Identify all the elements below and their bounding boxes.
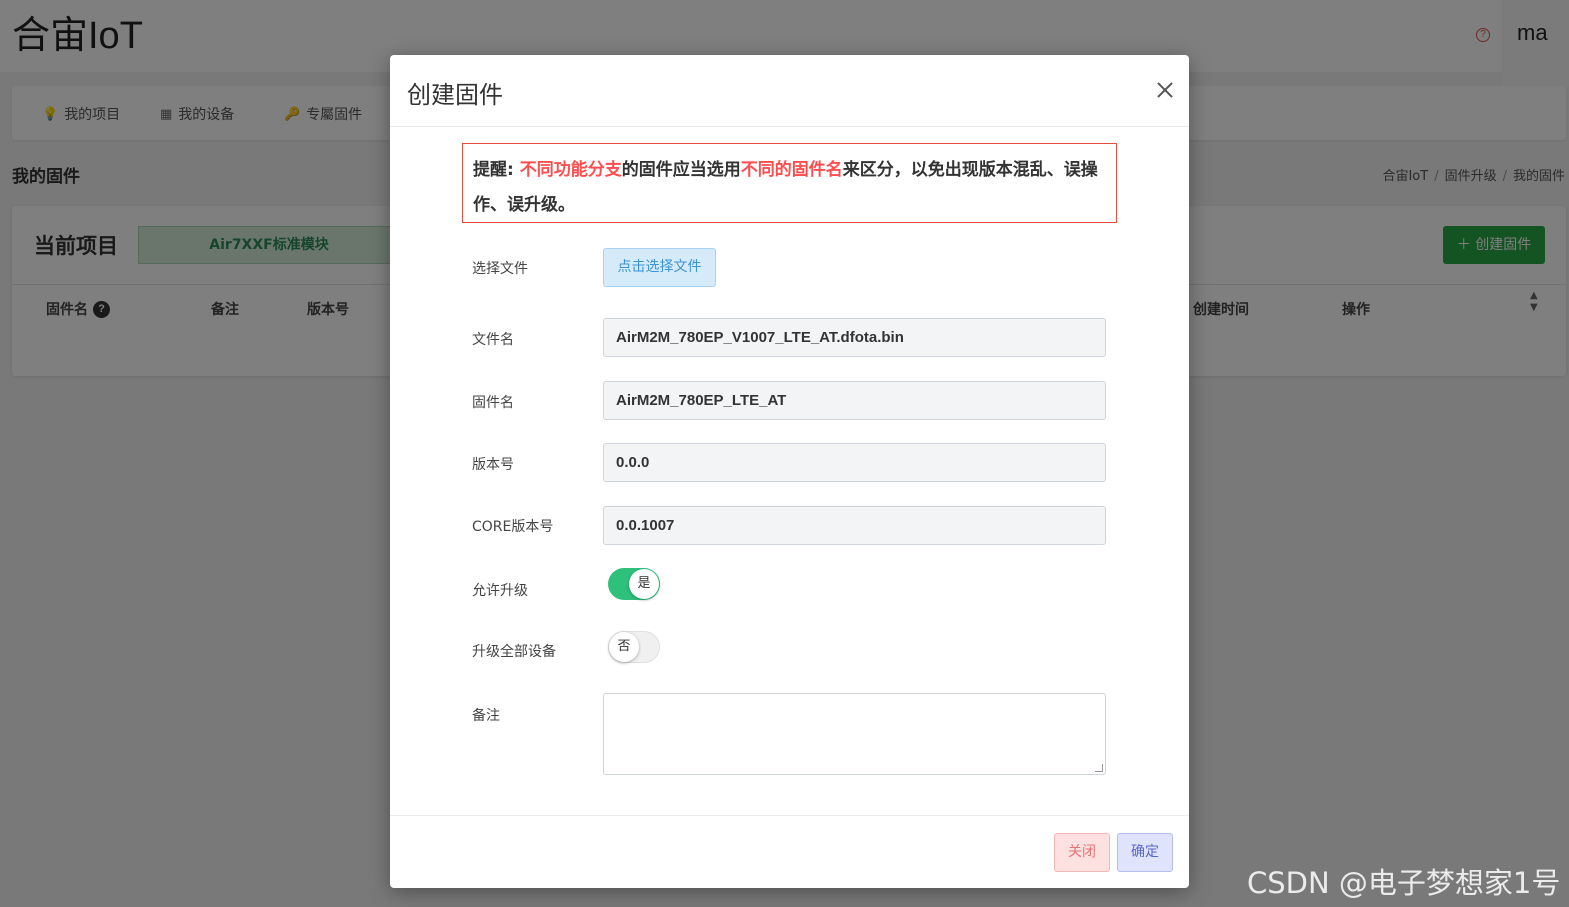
toggle-knob: 是 — [629, 569, 659, 599]
firmware-name-field[interactable]: AirM2M_780EP_LTE_AT — [603, 381, 1106, 420]
remark-label: 备注 — [472, 708, 500, 724]
upgrade-all-label: 升级全部设备 — [472, 644, 556, 660]
core-version-label: CORE版本号 — [472, 519, 554, 535]
warning-text: 的固件应当选用 — [621, 160, 741, 180]
confirm-button[interactable]: 确定 — [1117, 833, 1173, 872]
close-button[interactable]: 关闭 — [1054, 833, 1110, 872]
core-version-field[interactable]: 0.0.1007 — [603, 506, 1106, 545]
file-name-field[interactable]: AirM2M_780EP_V1007_LTE_AT.dfota.bin — [603, 318, 1106, 357]
upgrade-all-toggle[interactable]: 否 — [608, 631, 660, 663]
allow-upgrade-label: 允许升级 — [472, 583, 528, 599]
choose-file-label: 选择文件 — [472, 261, 528, 277]
watermark: CSDN @电子梦想家1号 — [1247, 866, 1561, 900]
version-label: 版本号 — [472, 457, 514, 473]
choose-file-button[interactable]: 点击选择文件 — [603, 248, 716, 287]
modal-header: 创建固件 — [390, 55, 1189, 127]
version-field[interactable]: 0.0.0 — [603, 443, 1106, 482]
close-icon[interactable] — [1154, 79, 1176, 101]
create-firmware-dialog: 创建固件 提醒: 不同功能分支的固件应当选用不同的固件名来区分，以免出现版本混乱… — [390, 55, 1189, 888]
toggle-knob: 否 — [609, 632, 639, 662]
warning-highlight: 不同的固件名 — [740, 160, 843, 180]
remark-textarea[interactable] — [603, 693, 1106, 775]
warning-prefix: 提醒: — [473, 160, 520, 180]
allow-upgrade-toggle[interactable]: 是 — [608, 568, 660, 600]
warning-highlight: 不同功能分支 — [519, 160, 622, 180]
firmware-name-label: 固件名 — [472, 395, 514, 411]
warning-box: 提醒: 不同功能分支的固件应当选用不同的固件名来区分，以免出现版本混乱、误操作、… — [462, 143, 1117, 223]
modal-footer: 关闭 确定 — [390, 815, 1189, 888]
modal-title: 创建固件 — [407, 81, 503, 109]
file-name-label: 文件名 — [472, 332, 514, 348]
